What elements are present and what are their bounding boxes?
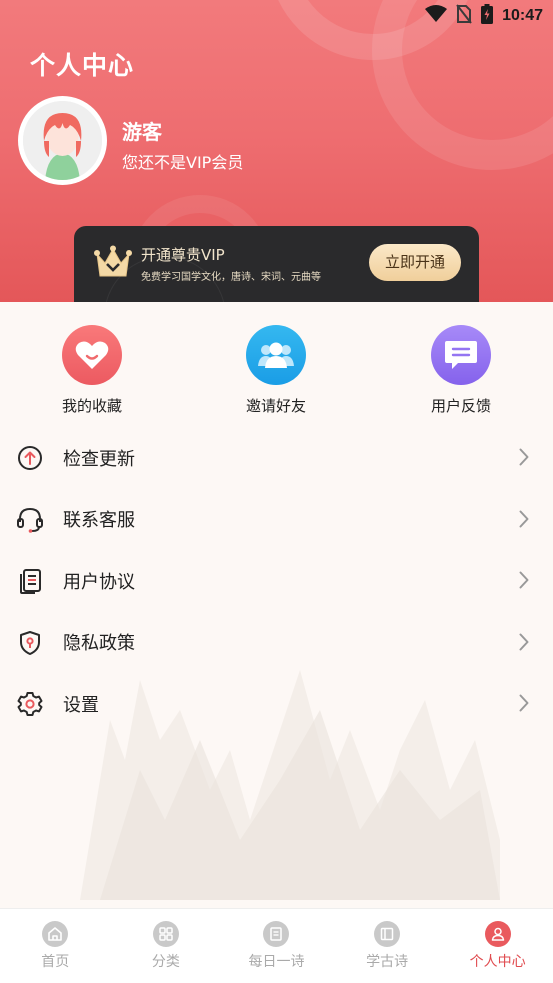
membership-status: 您还不是VIP会员 (122, 153, 244, 172)
menu-item-user-agreement[interactable]: 用户协议 (0, 550, 553, 612)
nav-label: 学古诗 (366, 954, 409, 970)
menu-label: 隐私政策 (63, 633, 135, 655)
chevron-right-icon (519, 448, 529, 470)
person-icon (484, 921, 511, 947)
chevron-right-icon (519, 510, 529, 532)
no-sim-icon (456, 4, 472, 28)
menu-item-customer-service[interactable]: 联系客服 (0, 489, 553, 551)
favorites-label: 我的收藏 (61, 397, 122, 415)
menu-label: 检查更新 (63, 448, 135, 470)
chevron-right-icon (519, 633, 529, 655)
nav-item-profile[interactable]: 个人中心 (442, 909, 553, 983)
poem-icon (263, 921, 290, 947)
vip-card[interactable]: 开通尊贵VIP 免费学习国学文化，唐诗、宋词、元曲等 立即开通 (74, 226, 479, 302)
settings-menu: 检查更新 联系客服 用户协议 隐私政策 设置 (0, 427, 553, 735)
nav-label: 个人中心 (469, 954, 526, 970)
menu-item-check-update[interactable]: 检查更新 (0, 427, 553, 489)
profile-header: 10:47 个人中心 游客 您还不是VIP会员 开通尊贵VIP 免费学习国学文化… (0, 0, 553, 302)
bottom-navigation: 首页 分类 每日一诗 学古诗 个人中心 (0, 908, 553, 983)
grid-icon (152, 921, 179, 947)
quick-actions: 我的收藏 邀请好友 用户反馈 (0, 325, 553, 420)
book-icon (374, 921, 401, 947)
users-icon (246, 325, 306, 385)
feedback-label: 用户反馈 (430, 397, 491, 415)
vip-title: 开通尊贵VIP (141, 246, 225, 264)
nav-item-learn-poems[interactable]: 学古诗 (332, 909, 443, 983)
gear-icon (17, 691, 43, 717)
shield-icon (17, 630, 43, 656)
nav-label: 分类 (151, 954, 180, 970)
feedback-button[interactable]: 用户反馈 (411, 325, 511, 416)
crown-icon (94, 245, 132, 285)
invite-friends-button[interactable]: 邀请好友 (226, 325, 326, 416)
chevron-right-icon (519, 694, 529, 716)
nav-label: 首页 (41, 954, 70, 970)
invite-friends-label: 邀请好友 (245, 397, 306, 415)
page-title: 个人中心 (30, 51, 135, 80)
heart-icon (62, 325, 122, 385)
menu-item-privacy-policy[interactable]: 隐私政策 (0, 612, 553, 674)
nav-item-category[interactable]: 分类 (111, 909, 222, 983)
message-icon (431, 325, 491, 385)
home-icon (42, 921, 69, 947)
nav-label: 每日一诗 (248, 954, 305, 970)
clock: 10:47 (502, 7, 543, 24)
nav-item-daily-poem[interactable]: 每日一诗 (221, 909, 332, 983)
menu-label: 用户协议 (63, 571, 135, 593)
menu-item-settings[interactable]: 设置 (0, 673, 553, 735)
user-name[interactable]: 游客 (122, 116, 162, 145)
menu-label: 设置 (63, 694, 99, 716)
document-icon (17, 568, 43, 594)
headset-icon (17, 507, 43, 533)
open-vip-button[interactable]: 立即开通 (369, 244, 461, 281)
favorites-button[interactable]: 我的收藏 (42, 325, 142, 416)
wifi-icon (425, 5, 448, 27)
vip-description: 免费学习国学文化，唐诗、宋词、元曲等 (141, 272, 321, 283)
status-bar: 10:47 (425, 4, 543, 28)
menu-label: 联系客服 (63, 510, 135, 532)
battery-icon (481, 4, 494, 28)
nav-item-home[interactable]: 首页 (0, 909, 111, 983)
avatar[interactable] (18, 96, 107, 185)
update-icon (17, 445, 43, 471)
avatar-image (23, 101, 102, 180)
chevron-right-icon (519, 571, 529, 593)
